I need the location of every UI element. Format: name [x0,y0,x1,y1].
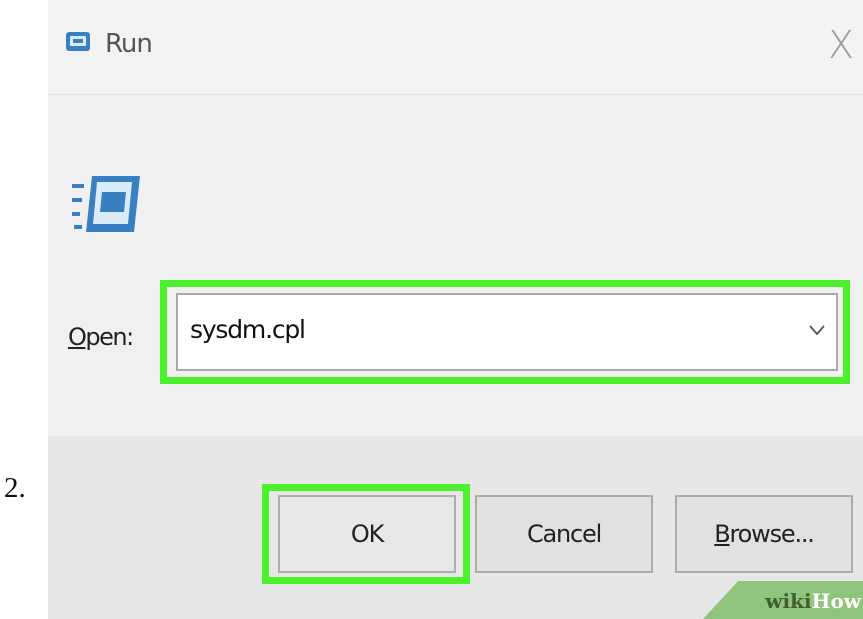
open-input[interactable]: sysdm.cpl [176,293,838,371]
close-button[interactable]: X [821,22,861,68]
watermark-text: wikiHow [765,589,861,613]
browse-label: rowse... [729,520,815,548]
dialog-title: Run [105,29,153,59]
cancel-button[interactable]: Cancel [475,495,653,573]
run-dialog: Run X Open: sysdm.cpl OK Cancel Browse..… [48,0,863,619]
step-number: 2. [4,472,26,504]
browse-button[interactable]: Browse... [675,495,853,573]
open-label: Open: [68,323,134,351]
chevron-down-icon[interactable] [808,323,826,337]
run-icon [72,176,140,232]
watermark-part1: wiki [765,589,812,613]
open-input-value: sysdm.cpl [190,315,306,344]
title-bar: Run X [48,0,863,95]
watermark-part2: How [811,589,861,613]
browse-mnemonic: B [714,520,730,548]
open-label-text: pen: [85,323,134,351]
ok-button[interactable]: OK [278,495,456,573]
open-label-mnemonic: O [68,323,87,351]
run-icon [66,32,90,51]
